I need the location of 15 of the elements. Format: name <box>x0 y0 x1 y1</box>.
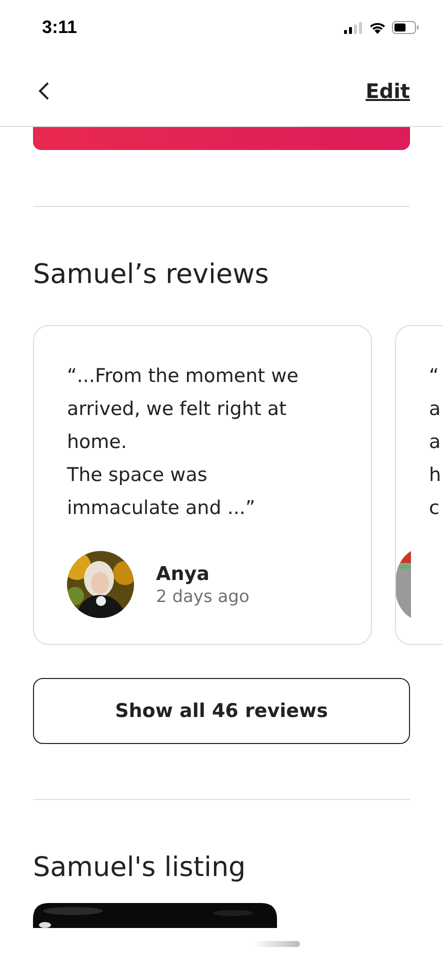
show-all-reviews-button[interactable]: Show all 46 reviews <box>33 678 410 744</box>
reviewer-name: Anya <box>156 562 210 584</box>
back-icon <box>38 80 50 100</box>
review-card[interactable]: “...From the moment we arrived, we felt right at home. The space was immaculate and ...” Anya 2 days ago <box>33 325 372 645</box>
review-date: 2 days ago <box>156 586 250 606</box>
review-card[interactable]: “ a a h c <box>395 325 443 645</box>
signal-icon <box>344 22 363 34</box>
battery-icon <box>392 21 419 34</box>
review-text: “ a a h c <box>429 364 442 521</box>
section-heading: Samuel's listing <box>33 852 247 883</box>
edit-link[interactable]: Edit <box>366 78 410 102</box>
section-heading: Samuel’s reviews <box>33 259 270 290</box>
status-time: 3:11 <box>42 17 78 38</box>
wifi-icon <box>369 22 386 34</box>
review-text: “...From the moment we arrived, we felt right at home. The space was immaculate and ...” <box>67 364 300 521</box>
